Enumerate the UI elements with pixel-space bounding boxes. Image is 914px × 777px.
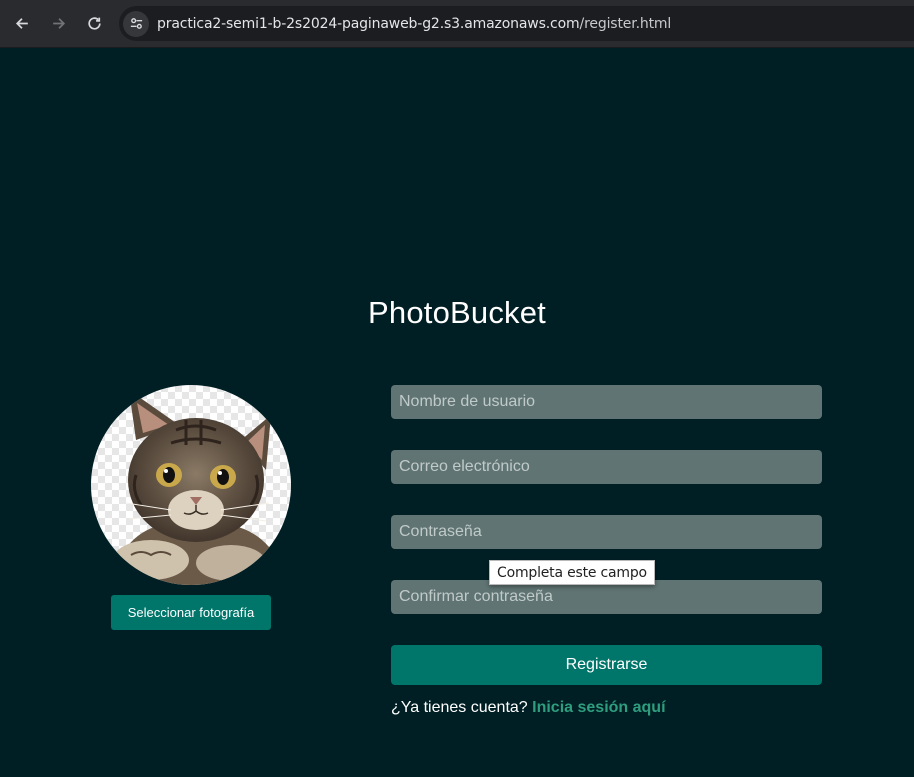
validation-tooltip: Completa este campo bbox=[489, 560, 655, 585]
browser-toolbar: practica2-semi1-b-2s2024-paginaweb-g2.s3… bbox=[0, 0, 914, 48]
register-button[interactable]: Registrarse bbox=[391, 645, 822, 685]
login-prompt: ¿Ya tienes cuenta? bbox=[391, 699, 528, 716]
site-info-icon[interactable] bbox=[123, 10, 149, 37]
password-field[interactable] bbox=[391, 515, 822, 549]
cat-photo bbox=[91, 385, 291, 585]
page-title: PhotoBucket bbox=[368, 295, 546, 330]
forward-icon[interactable] bbox=[45, 10, 71, 36]
login-prompt-line: ¿Ya tienes cuenta? Inicia sesión aquí bbox=[391, 699, 666, 717]
select-photo-button[interactable]: Seleccionar fotografía bbox=[111, 595, 271, 630]
reload-icon[interactable] bbox=[81, 10, 107, 36]
avatar bbox=[91, 385, 291, 585]
confirm-password-field[interactable] bbox=[391, 580, 822, 614]
url-text: practica2-semi1-b-2s2024-paginaweb-g2.s3… bbox=[157, 16, 671, 32]
address-bar[interactable]: practica2-semi1-b-2s2024-paginaweb-g2.s3… bbox=[119, 6, 914, 41]
url-host: practica2-semi1-b-2s2024-paginaweb-g2.s3… bbox=[157, 15, 580, 32]
email-field[interactable] bbox=[391, 450, 822, 484]
username-field[interactable] bbox=[391, 385, 822, 419]
url-path: /register.html bbox=[579, 15, 672, 32]
back-icon[interactable] bbox=[9, 10, 35, 36]
login-link[interactable]: Inicia sesión aquí bbox=[532, 699, 665, 716]
